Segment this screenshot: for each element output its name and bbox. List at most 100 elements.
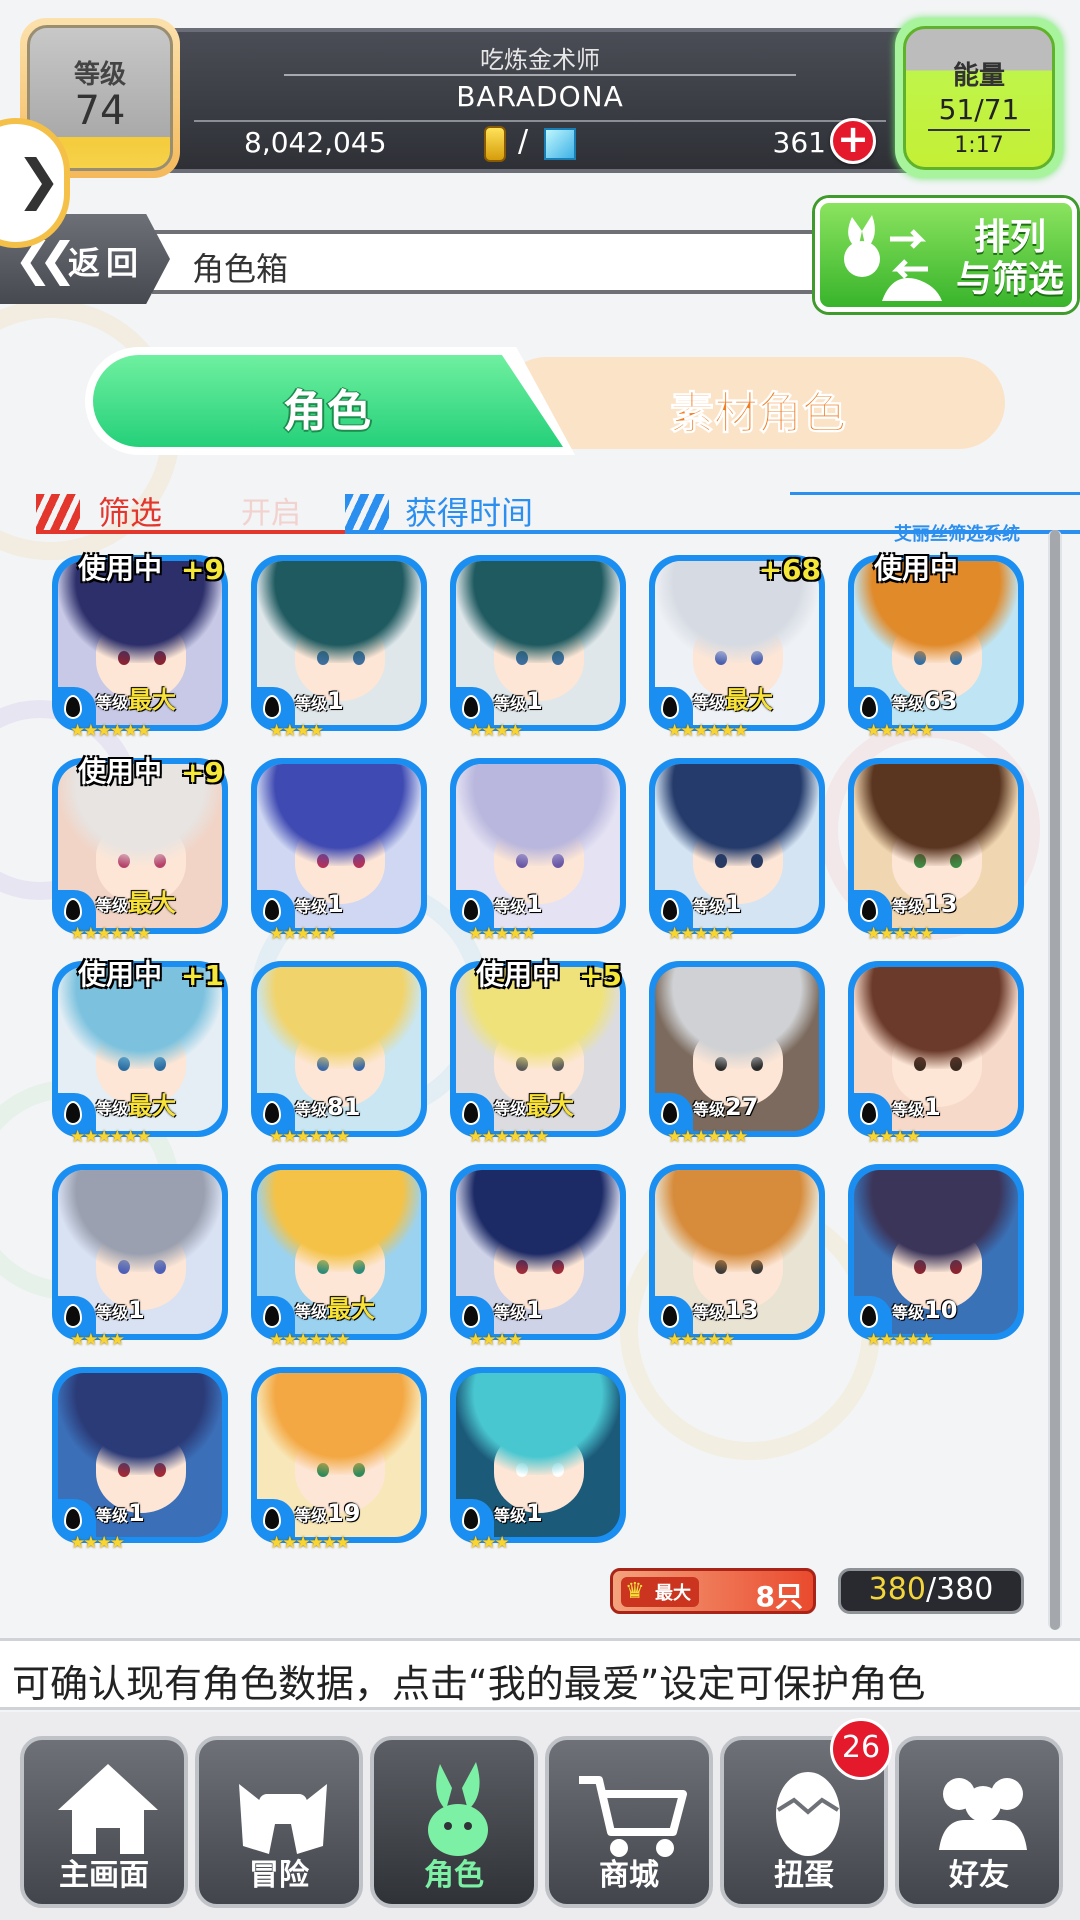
character-card[interactable]: 等级最大 ★★★★★★ 使用中 +5 [450,958,626,1147]
character-level: 等级1 [494,1499,543,1527]
filter-state: 开启 [241,496,301,531]
add-gems-button[interactable]: + [830,118,876,164]
rarity-stars: ★★★★ [70,1533,125,1553]
filter-label: 筛选 [98,494,163,532]
character-card[interactable]: 等级最大 ★★★★★★ [251,1164,427,1350]
plus-value: +5 [579,959,622,992]
nav-adventure[interactable]: 冒险 [195,1736,363,1908]
nav-gacha[interactable]: 扭蛋 26 [720,1718,892,1908]
rarity-stars: ★★★★ [70,1330,125,1350]
character-card[interactable]: 等级1 ★★★★ [848,961,1024,1147]
rarity-stars: ★★★★★★ [269,1127,350,1147]
rarity-stars: ★★★★★★ [70,924,151,944]
sort-order-selector[interactable]: 获得时间 艾丽丝筛选系统 [345,490,1080,545]
scrollbar[interactable] [1048,530,1062,1630]
character-card[interactable]: 等级10 ★★★★★ [848,1164,1024,1350]
character-card[interactable]: 等级81 ★★★★★★ [251,961,427,1147]
character-level: 等级63 [892,687,958,715]
hint-text: 可确认现有角色数据，点击“我的最爱”设定可保护角色 [12,1662,926,1706]
in-use-label: 使用中 [78,958,163,991]
filter-system-label: 艾丽丝筛选系统 [894,524,1020,545]
player-name: BARADONA [456,80,624,113]
tab-characters[interactable]: 角色 [85,347,575,455]
rarity-stars: ★★★★★ [667,1330,735,1350]
character-card[interactable]: 等级1 ★★★ [450,1367,626,1553]
filter-row: 筛选 开启 获得时间 艾丽丝筛选系统 [0,478,1080,545]
scroll-thumb[interactable] [1050,530,1060,1630]
rarity-stars: ★★★★★★ [468,1127,549,1147]
rarity-stars: ★★★★★ [866,721,934,741]
plus-value: +9 [181,553,224,586]
character-level: 等级19 [295,1499,361,1527]
rarity-stars: ★★★★★ [667,924,735,944]
page-title: 角色箱 [192,250,289,288]
rarity-stars: ★★★★★★ [70,721,151,741]
character-level: 等级1 [892,1093,941,1121]
rarity-stars: ★★★★ [468,721,523,741]
rarity-stars: ★★★★ [866,1127,921,1147]
sort-label-line2: 与筛选 [955,259,1064,300]
tab-material-characters[interactable]: 素材角色 [500,357,1005,449]
character-card[interactable]: 等级1 ★★★★ [251,555,427,741]
rarity-stars: ★★★★★ [866,1330,934,1350]
level-label: 等级 [73,60,126,90]
page-title-bar: 角色箱 [152,230,872,294]
player-title: 吃炼金术师 [480,46,600,74]
character-card[interactable]: 等级最大 ★★★★★★ +68 [649,553,825,741]
character-card[interactable]: 等级63 ★★★★★ 使用中 [848,552,1024,741]
character-card[interactable]: 等级1 ★★★★ [450,555,626,741]
coin-count: 8,042,045 [244,126,387,159]
character-card[interactable]: 等级1 ★★★★★ [649,758,825,944]
plus-value: +68 [758,553,821,586]
tab-material-label: 素材角色 [670,388,847,440]
character-level: 等级27 [693,1093,759,1121]
character-card[interactable]: 等级19 ★★★★★★ [251,1367,427,1553]
character-card[interactable]: 等级1 ★★★★★ [251,758,427,944]
gem-icon [544,128,576,160]
character-card[interactable]: 等级1 ★★★★ [52,1367,228,1553]
character-card[interactable]: 等级1 ★★★★ [450,1164,626,1350]
tab-characters-label: 角色 [283,386,371,437]
hint-ticker: 可确认现有角色数据，点击“我的最爱”设定可保护角色 [0,1638,1080,1710]
filter-toggle[interactable]: 筛选 开启 [36,490,356,534]
character-level: 等级1 [96,1499,145,1527]
sort-order-label: 获得时间 [405,494,534,532]
box-total: 380 [936,1572,994,1607]
player-info-bar: 吃炼金术师 BARADONA 8,042,045 / 361 [150,28,930,173]
chevron-right-icon: ❯ [16,148,62,211]
character-level: 等级10 [892,1296,958,1324]
nav-friends[interactable]: 好友 [895,1736,1063,1908]
energy-timer: 1:17 [954,133,1004,158]
rabbit-icon [428,1762,488,1856]
in-use-label: 使用中 [476,958,561,991]
rarity-stars: ★★★★★★ [70,1127,151,1147]
character-card[interactable]: 等级最大 ★★★★★★ 使用中 +9 [52,755,228,944]
character-level: 等级1 [96,1296,145,1324]
character-card[interactable]: 等级13 ★★★★★ [848,758,1024,944]
character-card[interactable]: 等级最大 ★★★★★★ 使用中 +1 [52,958,228,1147]
character-level: 等级最大 [494,1092,575,1120]
character-card[interactable]: 等级最大 ★★★★★★ 使用中 +9 [52,552,228,741]
character-level: 等级13 [693,1296,759,1324]
nav-characters[interactable]: 角色 [370,1736,538,1908]
character-card[interactable]: 等级1 ★★★★★ [450,758,626,944]
character-card[interactable]: 等级1 ★★★★ [52,1164,228,1350]
character-level: 等级1 [494,890,543,918]
in-use-label: 使用中 [78,552,163,585]
energy-box[interactable]: 能量 51/71 1:17 [895,18,1063,178]
rarity-stars: ★★★★ [269,721,324,741]
rarity-stars: ★★★★★ [269,924,337,944]
status-header: 吃炼金术师 BARADONA 8,042,045 / 361 + 等级 74 能… [0,0,1080,200]
gem-count: 361 [772,126,826,159]
nav-shop[interactable]: 商城 [545,1736,713,1908]
sort-filter-button[interactable]: 排列 与筛选 [815,198,1077,312]
category-tabs: 素材角色 角色 [0,345,1080,455]
bottom-navigation: 主画面 冒险 角色 商城 扭蛋 26 好友 [0,1712,1080,1920]
nav-home[interactable]: 主画面 [20,1736,188,1908]
character-card[interactable]: 等级13 ★★★★★ [649,1164,825,1350]
handshake-icon [239,1784,327,1854]
rarity-stars: ★★★★ [468,1330,523,1350]
plus-value: +1 [181,959,224,992]
in-use-label: 使用中 [874,552,959,585]
character-card[interactable]: 等级27 ★★★★★★ [649,961,825,1147]
